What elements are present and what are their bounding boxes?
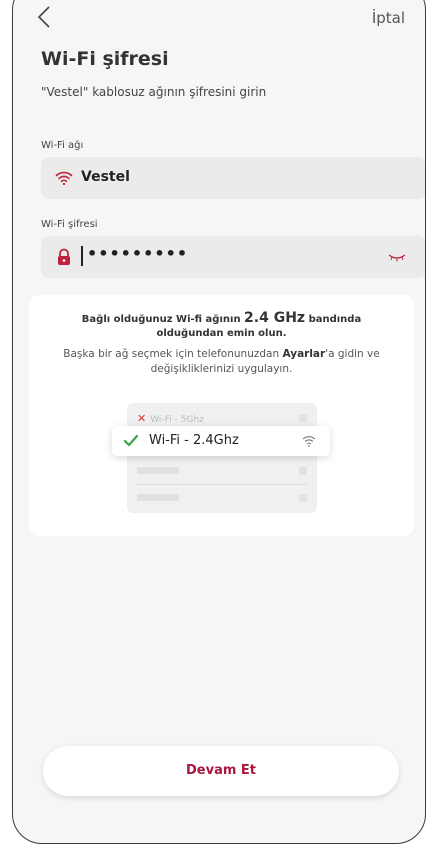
cancel-button[interactable]: İptal: [372, 9, 405, 27]
check-icon: [123, 434, 139, 447]
close-icon: ✕: [137, 412, 147, 425]
back-button[interactable]: [37, 5, 57, 31]
chevron-left-icon: [37, 6, 50, 28]
phone-frame: İptal Wi-Fi şifresi "Vestel" kablosuz ağ…: [12, 0, 426, 844]
mock-placeholder: [299, 414, 307, 422]
frequency-highlight: 2.4 GHz: [244, 310, 306, 326]
wifi-icon: [302, 436, 316, 447]
info-card: Bağlı olduğunuz Wi-fi ağının 2.4 GHz ban…: [29, 295, 414, 536]
page-title: Wi-Fi şifresi: [41, 48, 169, 70]
mock-placeholder: [299, 467, 307, 475]
wifi-icon: [55, 171, 73, 186]
network-name: Vestel: [81, 169, 130, 185]
password-value: •••••••••: [87, 244, 189, 263]
wifi-list-illustration: ✕ Wi-Fi - 5Ghz: [127, 403, 317, 513]
network-field-label: Wi-Fi ağı: [41, 140, 84, 151]
lock-icon: [58, 248, 70, 265]
eye-closed-icon[interactable]: [388, 251, 406, 263]
text-caret: [81, 246, 83, 266]
info-frequency-note: Bağlı olduğunuz Wi-fi ağının 2.4 GHz ban…: [81, 310, 362, 339]
mock-divider: [137, 484, 307, 485]
mock-network-5ghz: ✕ Wi-Fi - 5Ghz: [137, 412, 204, 425]
mock-placeholder: [137, 467, 179, 474]
settings-highlight: Ayarlar: [282, 348, 326, 360]
password-field-label: Wi-Fi şifresi: [41, 219, 98, 230]
network-field[interactable]: Vestel: [41, 157, 425, 199]
mock-placeholder: [299, 494, 307, 502]
password-input[interactable]: •••••••••: [41, 236, 425, 278]
mock-placeholder: [137, 494, 179, 501]
continue-button[interactable]: Devam Et: [43, 746, 399, 796]
mock-network-selected: Wi-Fi - 2.4Ghz: [112, 426, 330, 456]
page-subtitle: "Vestel" kablosuz ağının şifresini girin: [41, 85, 267, 99]
info-settings-note: Başka bir ağ seçmek için telefonunuzdan …: [63, 348, 380, 375]
